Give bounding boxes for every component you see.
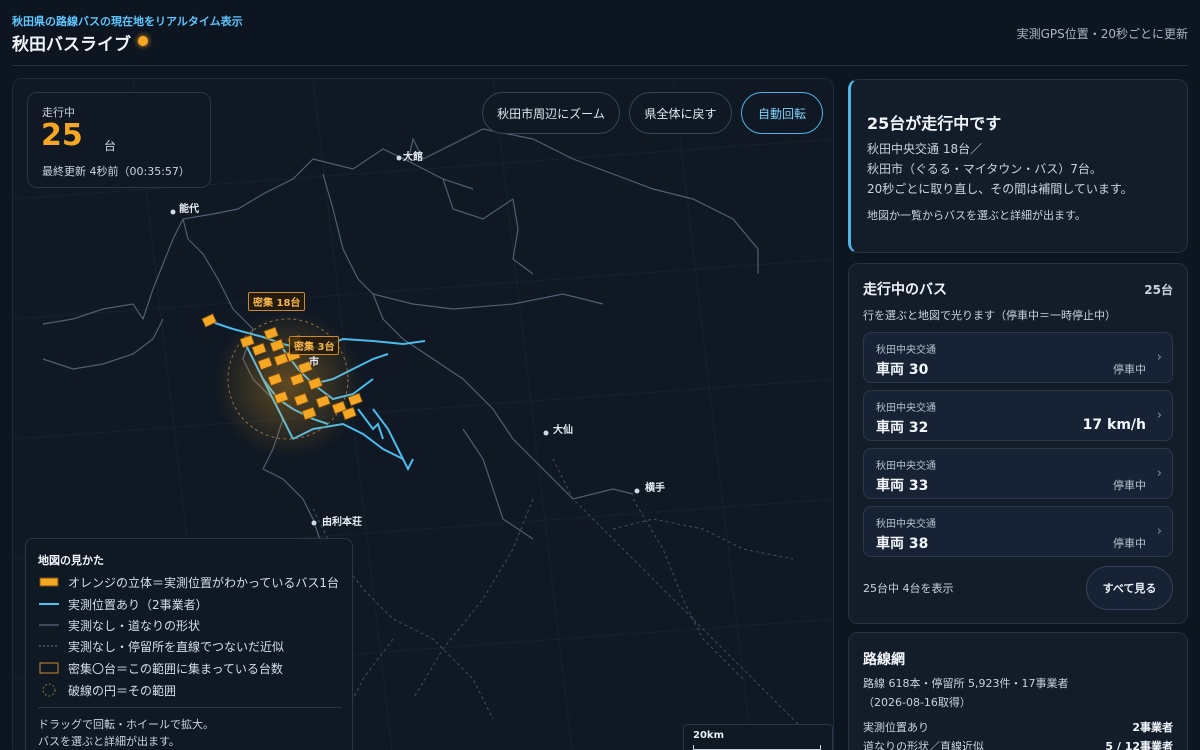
bus-name: 車両 33 xyxy=(876,478,929,494)
bus-list-item[interactable]: 秋田中央交通 車両 38 停車中 › xyxy=(863,506,1173,557)
bus-status: 停車中 xyxy=(1113,479,1146,492)
route-lines-approx xyxy=(312,458,814,750)
legend-circle-label: 破線の円＝その範囲 xyxy=(68,683,177,698)
bus-status: 停車中 xyxy=(1113,537,1146,550)
dashed-line-swatch-icon xyxy=(38,644,60,648)
last-updated: 最終更新 4秒前（00:35:57） xyxy=(42,165,190,178)
legend-row-road: 実測なし・道なりの形状 xyxy=(38,616,200,634)
city-dot-odate xyxy=(396,155,402,161)
auto-rotate-button[interactable]: 自動回転 xyxy=(741,92,823,134)
chevron-right-icon: › xyxy=(1156,466,1162,481)
running-count: 25 xyxy=(41,118,83,153)
network-row-label: 実測位置あり xyxy=(863,721,929,734)
bus-name: 車両 30 xyxy=(876,362,929,378)
network-row-value: 5 / 12事業者 xyxy=(1105,740,1173,750)
bus-operator: 秋田中央交通 xyxy=(876,519,936,530)
scale-label: 20km xyxy=(693,730,724,741)
cluster-label-big[interactable]: 密集 18台 xyxy=(248,292,306,311)
update-note: 実測GPS位置・20秒ごとに更新 xyxy=(1016,27,1188,41)
bus-status: 停車中 xyxy=(1113,363,1146,376)
bus-marker xyxy=(201,313,218,328)
bus-list-item[interactable]: 秋田中央交通 車両 32 17 km/h › xyxy=(863,390,1173,441)
bus-name: 車両 38 xyxy=(876,536,929,552)
network-row-value: 2事業者 xyxy=(1132,721,1173,734)
map-scale: 20km xyxy=(683,724,833,750)
summary-line-1: 秋田中央交通 18台／ xyxy=(867,142,983,156)
legend-row-live: 実測位置あり（2事業者） xyxy=(38,595,208,613)
legend-cluster-label: 密集〇台＝この範囲に集まっている台数 xyxy=(68,661,283,676)
cluster-glow xyxy=(213,309,363,459)
summary-line-3: 20秒ごとに取り直し、その間は補間しています。 xyxy=(867,182,1133,196)
network-fetched-date: （2026-08-16取得） xyxy=(863,696,971,709)
legend-straight-label: 実測なし・停留所を直線でつないだ近似 xyxy=(68,639,285,654)
network-title: 路線網 xyxy=(863,652,905,668)
see-all-button[interactable]: すべて見る xyxy=(1086,566,1173,610)
city-dot-yurihonjo xyxy=(311,520,317,526)
bus-list-count: 25台 xyxy=(1144,283,1173,297)
map-view[interactable]: 大館 能代 市 大仙 横手 由利本荘 密集 18台 密集 3台 走行中 25 台… xyxy=(12,78,834,750)
scale-bar xyxy=(693,745,821,750)
city-dot-yokote xyxy=(634,488,640,494)
city-dot-noshiro xyxy=(170,209,176,215)
bus-speed: 17 km/h xyxy=(1082,417,1146,433)
header-divider xyxy=(12,65,1188,66)
network-row-label: 道なりの形状／直線近似 xyxy=(863,740,984,750)
summary-panel: 25台が走行中です 秋田中央交通 18台／ 秋田市（ぐるる・マイタウン・バス）7… xyxy=(848,79,1188,253)
bus-operator: 秋田中央交通 xyxy=(876,345,936,356)
cluster-label-small[interactable]: 密集 3台 xyxy=(289,336,340,355)
bus-list-footer: 25台中 4台を表示 xyxy=(863,582,954,595)
city-label-odate: 大館 xyxy=(403,152,423,163)
legend-row-bus: オレンジの立体＝実測位置がわかっているバス1台 xyxy=(38,573,339,591)
network-row-shape: 道なりの形状／直線近似 5 / 12事業者 xyxy=(863,738,1173,750)
city-label-akita: 市 xyxy=(309,357,319,368)
city-label-noshiro: 能代 xyxy=(179,204,199,215)
chevron-right-icon: › xyxy=(1156,350,1162,365)
map-legend: 地図の見かた オレンジの立体＝実測位置がわかっているバス1台 実測位置あり（2事… xyxy=(25,538,353,750)
bus-operator: 秋田中央交通 xyxy=(876,461,936,472)
legend-row-straight: 実測なし・停留所を直線でつないだ近似 xyxy=(38,637,284,655)
legend-row-circle: 破線の円＝その範囲 xyxy=(38,681,176,699)
bus-list-item[interactable]: 秋田中央交通 車両 33 停車中 › xyxy=(863,448,1173,499)
summary-line-2: 秋田市（ぐるる・マイタウン・バス）7台。 xyxy=(867,162,1102,176)
running-unit: 台 xyxy=(104,139,117,153)
bus-swatch-icon xyxy=(38,577,60,587)
network-row-live: 実測位置あり 2事業者 xyxy=(863,719,1173,735)
city-label-yurihonjo: 由利本荘 xyxy=(322,517,362,528)
bus-list-title: 走行中のバス xyxy=(863,282,947,298)
summary-title: 25台が走行中です xyxy=(867,114,1002,133)
legend-help-drag: ドラッグで回転・ホイールで拡大。 xyxy=(38,718,214,731)
cluster-swatch-icon xyxy=(38,662,60,674)
dashed-circle-swatch-icon xyxy=(38,683,60,697)
live-line-swatch-icon xyxy=(38,602,60,606)
back-to-prefecture-button[interactable]: 県全体に戻す xyxy=(629,92,732,134)
app-tagline: 秋田県の路線バスの現在地をリアルタイム表示 xyxy=(12,15,243,28)
legend-divider xyxy=(38,707,342,708)
bus-name: 車両 32 xyxy=(876,420,929,436)
bus-operator: 秋田中央交通 xyxy=(876,403,936,414)
header: 秋田県の路線バスの現在地をリアルタイム表示 秋田バスライブ 実測GPS位置・20… xyxy=(0,0,1200,66)
legend-row-cluster: 密集〇台＝この範囲に集まっている台数 xyxy=(38,659,283,677)
city-label-yokote: 横手 xyxy=(645,483,665,494)
zoom-akita-button[interactable]: 秋田市周辺にズーム xyxy=(482,92,620,134)
city-dot-omagari xyxy=(543,430,549,436)
legend-bus-label: オレンジの立体＝実測位置がわかっているバス1台 xyxy=(68,575,340,590)
bus-list-item[interactable]: 秋田中央交通 車両 30 停車中 › xyxy=(863,332,1173,383)
bus-list-panel: 走行中のバス 25台 行を選ぶと地図で光ります（停車中＝一時停止中） 秋田中央交… xyxy=(848,263,1188,624)
legend-title: 地図の見かた xyxy=(38,554,104,567)
legend-live-label: 実測位置あり（2事業者） xyxy=(68,597,208,612)
city-label-omagari: 大仙 xyxy=(553,425,573,436)
summary-hint: 地図か一覧からバスを選ぶと詳細が出ます。 xyxy=(867,209,1086,222)
chevron-right-icon: › xyxy=(1156,524,1162,539)
legend-help-select: バスを選ぶと詳細が出ます。 xyxy=(38,735,180,748)
network-summary: 路線 618本・停留所 5,923件・17事業者 xyxy=(863,677,1069,690)
road-line-swatch-icon xyxy=(38,623,60,627)
bus-list-description: 行を選ぶと地図で光ります（停車中＝一時停止中） xyxy=(863,309,1116,322)
route-network-panel: 路線網 路線 618本・停留所 5,923件・17事業者 （2026-08-16… xyxy=(848,632,1188,750)
legend-road-label: 実測なし・道なりの形状 xyxy=(68,618,201,633)
running-stats-card: 走行中 25 台 最終更新 4秒前（00:35:57） xyxy=(27,92,211,188)
app-title: 秋田バスライブ xyxy=(12,35,131,55)
chevron-right-icon: › xyxy=(1156,408,1162,423)
live-indicator-dot xyxy=(138,36,148,46)
